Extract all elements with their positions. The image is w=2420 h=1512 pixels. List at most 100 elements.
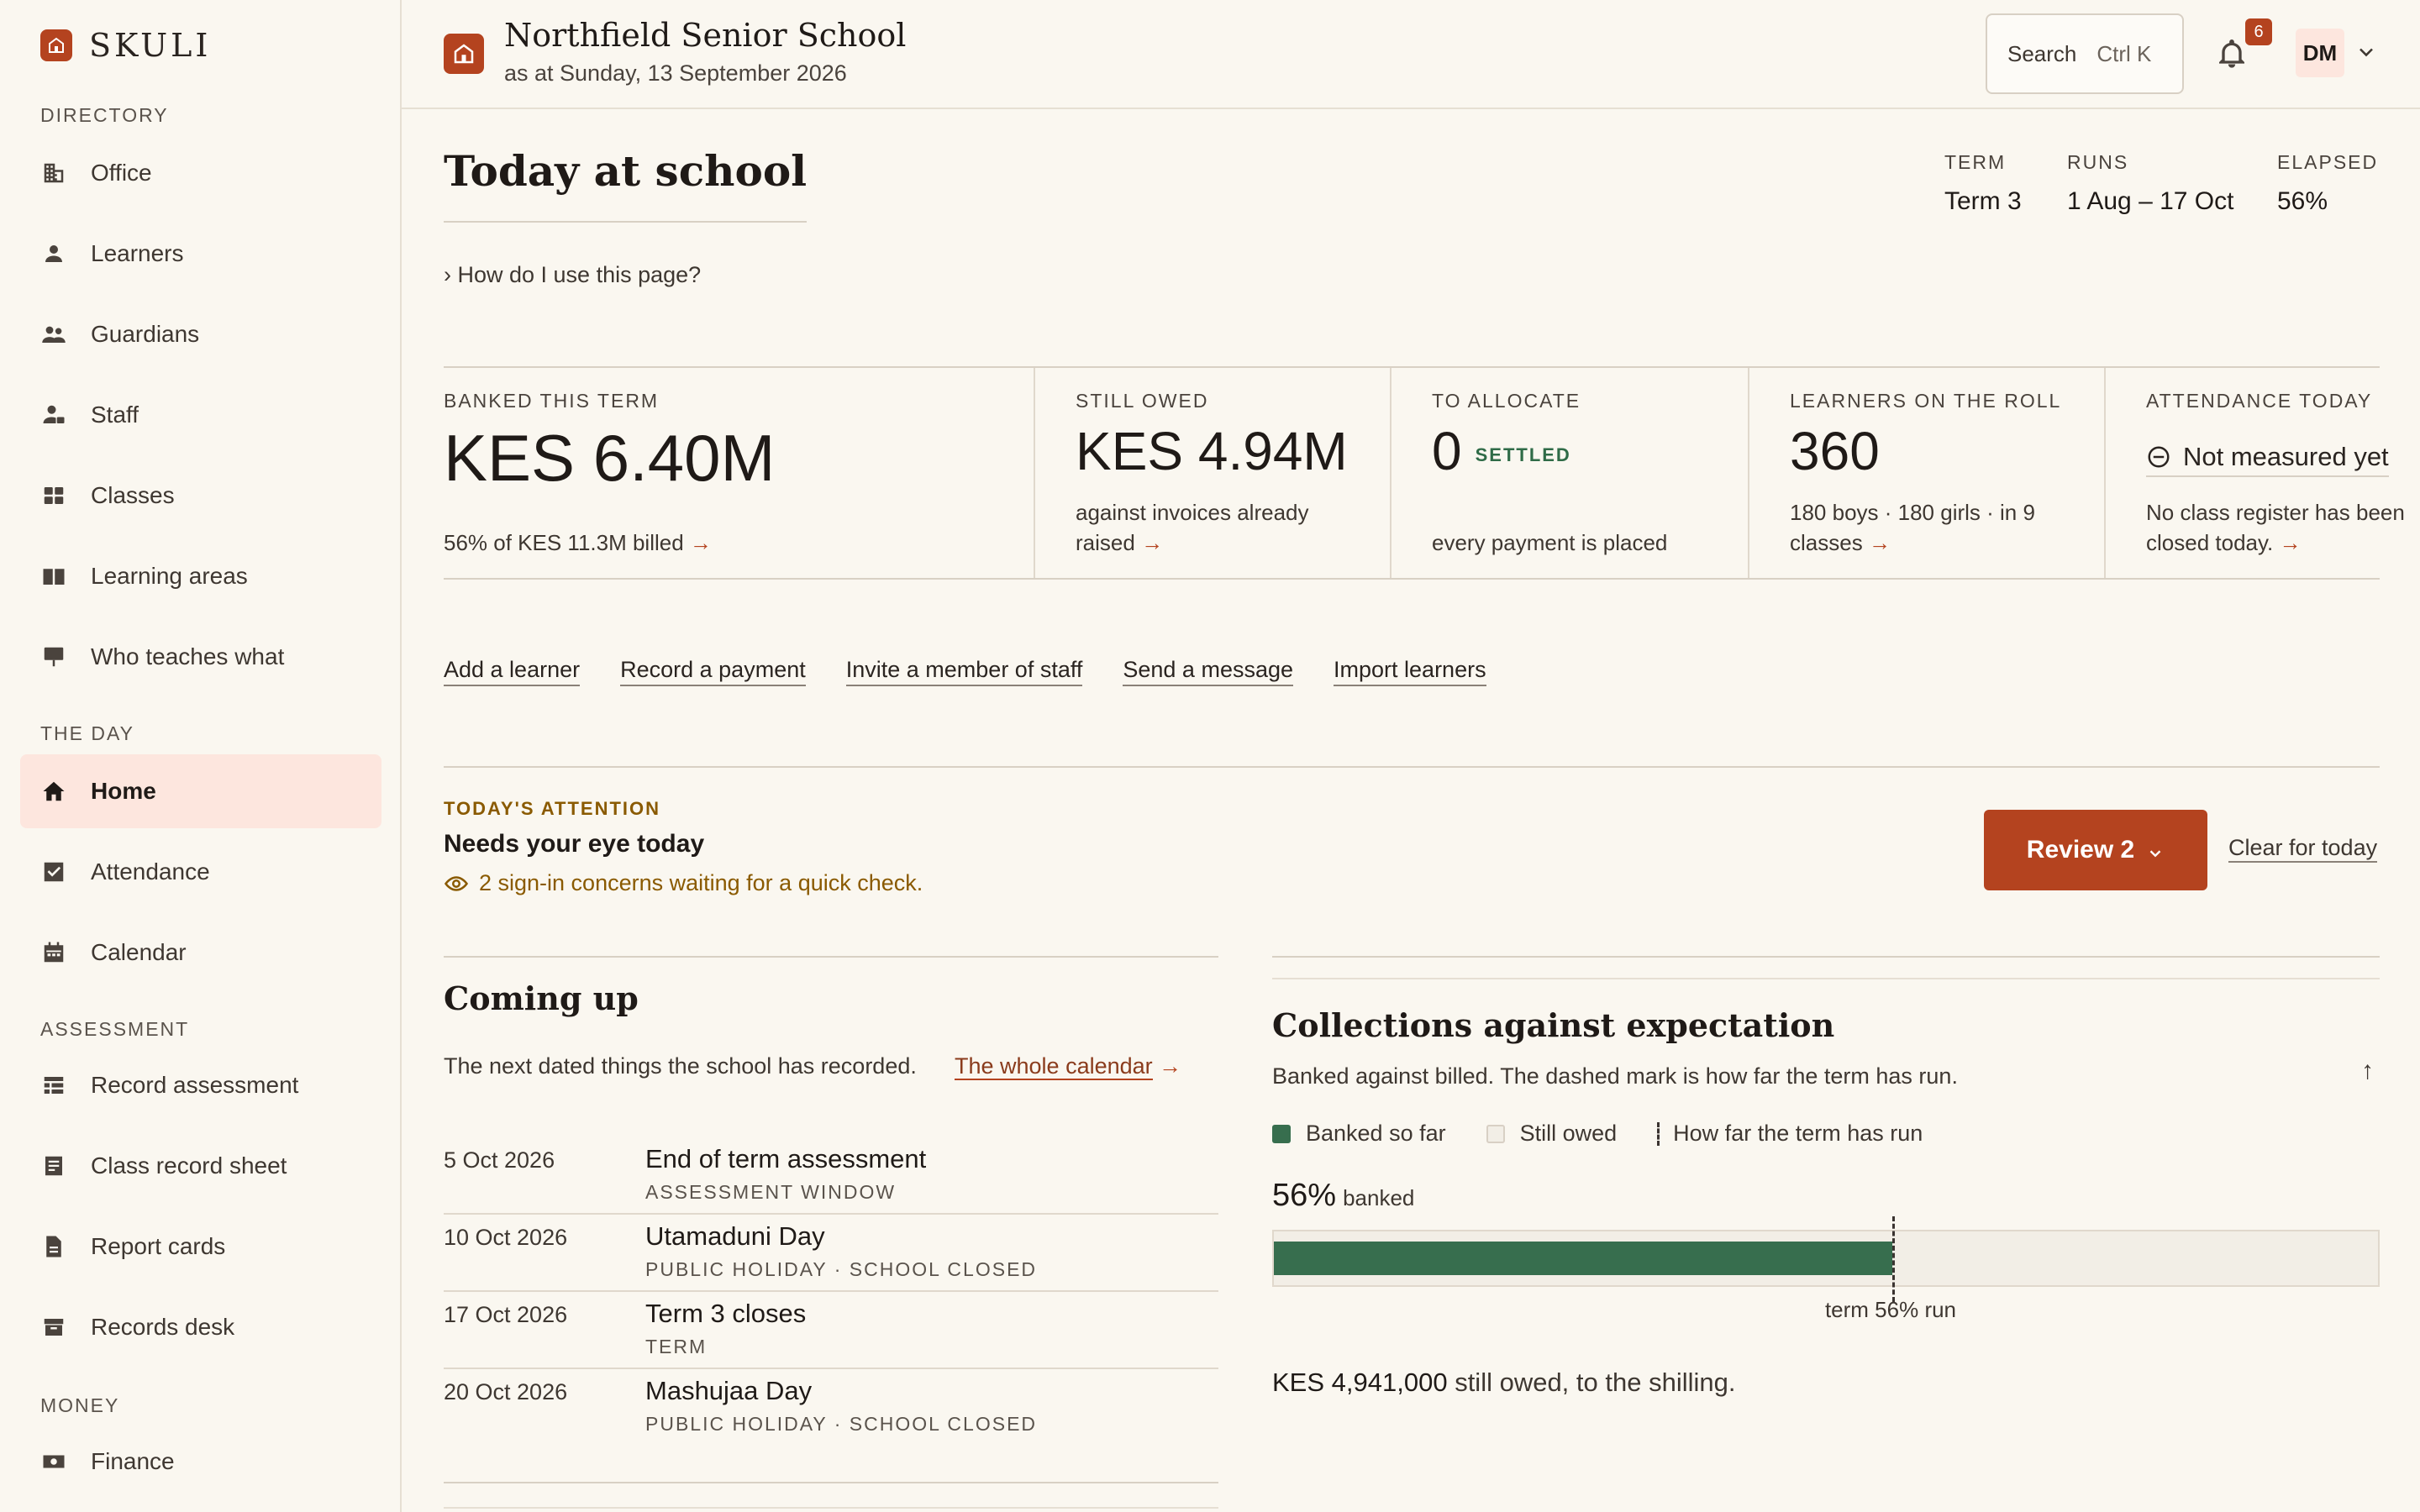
stat-label: Still owed xyxy=(1076,390,1209,412)
event-name: Utamaduni Day xyxy=(645,1221,825,1251)
attendance-status: Not measured yet xyxy=(2146,442,2389,477)
sidebar-item-learners[interactable]: Learners xyxy=(20,217,381,291)
stat-banked: Banked this term KES 6.40M 56% of KES 11… xyxy=(444,368,1034,578)
brand-name: SKULI xyxy=(89,27,212,64)
eye-icon xyxy=(444,871,469,896)
whole-calendar-link[interactable]: The whole calendar → xyxy=(955,1053,1182,1080)
nav-section-assessment: Assessment xyxy=(40,1018,190,1040)
sidebar-item-who-teaches-what[interactable]: Who teaches what xyxy=(20,620,381,694)
runs-label: Runs xyxy=(2067,151,2129,173)
stat-link-banked[interactable]: 56% of KES 11.3M billed → xyxy=(444,528,712,558)
term-meta-elapsed: Elapsed 56% xyxy=(2277,151,2378,216)
sidebar-item-label: Finance xyxy=(91,1448,175,1474)
stat-link-attendance[interactable]: closed today. → xyxy=(2146,528,2302,558)
brand[interactable]: SKULI xyxy=(40,27,211,64)
term-meta-term: Term Term 3 xyxy=(1944,151,2022,216)
help-disclosure[interactable]: › How do I use this page? xyxy=(444,262,701,288)
stat-sub: raised xyxy=(1076,530,1135,555)
send-message-link[interactable]: Send a message xyxy=(1123,657,1294,686)
nav-section-directory: Directory xyxy=(40,104,169,126)
arrow-right-icon: → xyxy=(1868,530,1891,555)
sidebar-item-label: Office xyxy=(91,160,152,186)
search-button[interactable]: Search Ctrl K xyxy=(1986,13,2184,94)
event-kind: Assessment window xyxy=(645,1181,897,1203)
review-button[interactable]: Review 2 xyxy=(1984,810,2207,890)
search-shortcut: Ctrl K xyxy=(2096,40,2152,66)
nav-section-money: Money xyxy=(40,1394,120,1416)
sidebar-item-learning-areas[interactable]: Learning areas xyxy=(20,539,381,613)
building-icon xyxy=(40,160,67,186)
list-item[interactable]: 5 Oct 2026 End of term assessment Assess… xyxy=(444,1137,1218,1215)
owed-amount: KES 4,941,000 xyxy=(1272,1368,1448,1397)
legend-swatch-owed xyxy=(1486,1124,1505,1143)
stat-value: Not measured yet xyxy=(2183,442,2389,471)
event-date: 20 Oct 2026 xyxy=(444,1379,568,1404)
stat-sub: 56% of KES 11.3M billed xyxy=(444,530,684,555)
banked-percent-value: 56% xyxy=(1272,1178,1337,1213)
sidebar-item-label: Record assessment xyxy=(91,1072,299,1098)
chevron-down-icon xyxy=(2146,844,2165,863)
stat-link-roll[interactable]: classes → xyxy=(1790,528,1891,558)
sidebar: SKULI Directory Office Learners Guardian… xyxy=(0,0,402,1512)
sidebar-item-report-cards[interactable]: Report cards xyxy=(20,1210,381,1284)
sidebar-item-record-assessment[interactable]: Record assessment xyxy=(20,1048,381,1122)
school-house-icon xyxy=(444,34,484,74)
divider xyxy=(1272,956,2380,958)
term-value: Term 3 xyxy=(1944,187,2022,215)
sidebar-item-label: Who teaches what xyxy=(91,643,285,669)
event-kind: Public holiday · School closed xyxy=(645,1258,1038,1280)
sidebar-item-records-desk[interactable]: Records desk xyxy=(20,1290,381,1364)
banked-word: banked xyxy=(1343,1185,1415,1210)
sidebar-item-home[interactable]: Home xyxy=(20,754,381,828)
top-header: Northfield Senior School as at Sunday, 1… xyxy=(402,0,2420,109)
arrow-right-icon: → xyxy=(1159,1053,1182,1079)
chevron-down-icon[interactable] xyxy=(2354,40,2378,64)
sidebar-item-calendar[interactable]: Calendar xyxy=(20,916,381,990)
attention-eyebrow: TODAY'S ATTENTION xyxy=(444,798,661,819)
avatar[interactable]: DM xyxy=(2296,29,2344,77)
runs-value: 1 Aug – 17 Oct xyxy=(2067,187,2234,215)
sidebar-item-classes[interactable]: Classes xyxy=(20,459,381,533)
notification-count-badge: 6 xyxy=(2245,18,2272,45)
list-item[interactable]: 17 Oct 2026 Term 3 closes Term xyxy=(444,1292,1218,1369)
sidebar-item-guardians[interactable]: Guardians xyxy=(20,297,381,371)
list-item[interactable]: 10 Oct 2026 Utamaduni Day Public holiday… xyxy=(444,1215,1218,1292)
home-icon xyxy=(40,778,67,805)
school-name: Northfield Senior School xyxy=(504,17,907,54)
bell-icon[interactable] xyxy=(2215,37,2249,71)
add-learner-link[interactable]: Add a learner xyxy=(444,657,581,686)
staff-badge-icon xyxy=(40,402,67,428)
arrow-right-icon: → xyxy=(689,530,712,555)
sidebar-item-finance[interactable]: Finance xyxy=(20,1425,381,1499)
arrow-up-icon[interactable]: ↑ xyxy=(2361,1057,2374,1085)
attention-note[interactable]: 2 sign-in concerns waiting for a quick c… xyxy=(444,870,923,896)
whole-calendar-label: The whole calendar xyxy=(955,1053,1153,1080)
elapsed-value: 56% xyxy=(2277,187,2328,215)
clear-for-today-link[interactable]: Clear for today xyxy=(2228,835,2378,863)
search-label: Search xyxy=(2007,40,2077,66)
sidebar-item-office[interactable]: Office xyxy=(20,136,381,210)
record-payment-link[interactable]: Record a payment xyxy=(620,657,806,686)
stat-label: Banked this term xyxy=(444,390,660,412)
sidebar-item-attendance[interactable]: Attendance xyxy=(20,835,381,909)
divider xyxy=(444,956,1218,958)
arrow-right-icon: → xyxy=(1141,530,1164,555)
arrow-right-icon: → xyxy=(2279,530,2302,555)
import-learners-link[interactable]: Import learners xyxy=(1334,657,1486,686)
checkbox-icon xyxy=(40,858,67,885)
list-item[interactable]: 20 Oct 2026 Mashujaa Day Public holiday … xyxy=(444,1369,1218,1446)
stat-label: To allocate xyxy=(1432,390,1581,412)
event-kind: Public holiday · School closed xyxy=(645,1413,1038,1435)
collections-description: Banked against billed. The dashed mark i… xyxy=(1272,1063,1958,1089)
divider xyxy=(444,1507,1218,1509)
stat-link-owed[interactable]: raised → xyxy=(1076,528,1163,558)
event-name: Mashujaa Day xyxy=(645,1376,813,1405)
sidebar-item-staff[interactable]: Staff xyxy=(20,378,381,452)
minus-circle-icon xyxy=(2146,444,2171,470)
invite-staff-link[interactable]: Invite a member of staff xyxy=(845,657,1083,686)
stat-sub: 180 boys · 180 girls · in 9 xyxy=(1790,500,2035,525)
legend-label-owed: Still owed xyxy=(1519,1121,1618,1146)
sidebar-item-class-record-sheet[interactable]: Class record sheet xyxy=(20,1129,381,1203)
page-title: Today at school xyxy=(444,146,808,223)
term-meta-runs: Runs 1 Aug – 17 Oct xyxy=(2067,151,2233,216)
